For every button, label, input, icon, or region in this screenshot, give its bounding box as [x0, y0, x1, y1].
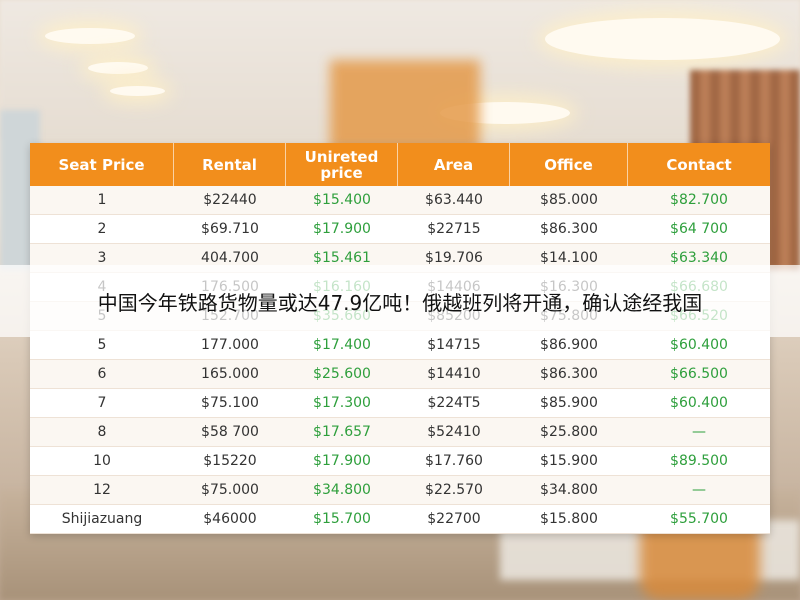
header-cell: Office [510, 143, 628, 186]
price-table: Seat Price Rental Unireted price Area Of… [30, 143, 770, 534]
caption-text: 中国今年铁路货物量或达47.9亿吨！俄越班列将开通，确认途经我国 [97, 290, 703, 315]
table-cell: $17.900 [313, 221, 371, 237]
table-cell: $15.800 [540, 511, 598, 527]
table-cell: $15220 [203, 453, 257, 469]
table-cell: $63.440 [425, 192, 483, 208]
header-cell: Seat Price [30, 143, 174, 186]
table-cell: $17.657 [313, 424, 371, 440]
table-cell: $17.760 [425, 453, 483, 469]
table-cell: — [692, 424, 706, 440]
table-cell: $25.800 [540, 424, 598, 440]
table-row: 12 $75.000 $34.800 $22.570 $34.800 — [30, 476, 770, 505]
table-row: 6 165.000 $25.600 $14410 $86.300 $66.500 [30, 360, 770, 389]
table-cell: 10 [93, 453, 111, 469]
table-cell: 12 [93, 482, 111, 498]
table-cell: $224T5 [427, 395, 481, 411]
table-cell: — [692, 482, 706, 498]
table-cell: $60.400 [670, 395, 728, 411]
table-cell: $22700 [427, 511, 481, 527]
table-cell: $75.000 [201, 482, 259, 498]
table-row: 7 $75.100 $17.300 $224T5 $85.900 $60.400 [30, 389, 770, 418]
ceiling-light [45, 28, 135, 44]
table-cell: $66.500 [670, 366, 728, 382]
table-cell: $22440 [203, 192, 257, 208]
table-cell: 2 [97, 221, 107, 237]
table-cell: 1 [97, 192, 107, 208]
header-cell: Unireted price [286, 143, 398, 186]
table-cell: $52410 [427, 424, 481, 440]
ceiling-light [110, 86, 165, 96]
caption-banner: 中国今年铁路货物量或达47.9亿吨！俄越班列将开通，确认途经我国 [0, 265, 800, 337]
table-cell: 7 [97, 395, 107, 411]
table-cell: $34.800 [540, 482, 598, 498]
table-row: 1 $22440 $15.400 $63.440 $85.000 $82.700 [30, 186, 770, 215]
table-cell: $46000 [203, 511, 257, 527]
table-cell: $75.100 [201, 395, 259, 411]
table-cell: $85.000 [540, 192, 598, 208]
table-header-row: Seat Price Rental Unireted price Area Of… [30, 143, 770, 186]
table-cell: Shijiazuang [61, 511, 143, 527]
table-cell: $89.500 [670, 453, 728, 469]
table-row: Shijiazuang $46000 $15.700 $22700 $15.800 $55… [30, 505, 770, 534]
ceiling-light [545, 18, 780, 60]
table-cell: $14410 [427, 366, 481, 382]
table-cell: 8 [97, 424, 107, 440]
table-row: 2 $69.710 $17.900 $22715 $86.300 $64 700 [30, 215, 770, 244]
table-cell: $86.300 [540, 366, 598, 382]
table-cell: $15.400 [313, 192, 371, 208]
header-cell: Area [398, 143, 510, 186]
table-cell: $86.300 [540, 221, 598, 237]
table-cell: $15.700 [313, 511, 371, 527]
table-cell: $69.710 [201, 221, 259, 237]
table-cell: 6 [97, 366, 107, 382]
table-cell: $82.700 [670, 192, 728, 208]
header-cell: Rental [174, 143, 286, 186]
table-row: 10 $15220 $17.900 $17.760 $15.900 $89.500 [30, 447, 770, 476]
table-cell: 165.000 [201, 366, 259, 382]
table-cell: $85.900 [540, 395, 598, 411]
table-cell: $15.900 [540, 453, 598, 469]
orange-wall [330, 60, 480, 150]
ceiling-light [88, 62, 148, 74]
table-cell: $64 700 [670, 221, 728, 237]
table-cell: $17.300 [313, 395, 371, 411]
table-cell: $34.800 [313, 482, 371, 498]
table-cell: $58 700 [201, 424, 259, 440]
table-cell: $17.900 [313, 453, 371, 469]
table-cell: $22715 [427, 221, 481, 237]
table-cell: $25.600 [313, 366, 371, 382]
header-cell: Contact [666, 155, 732, 174]
table-row: 8 $58 700 $17.657 $52410 $25.800 — [30, 418, 770, 447]
table-cell: $22.570 [425, 482, 483, 498]
table-cell: $55.700 [670, 511, 728, 527]
